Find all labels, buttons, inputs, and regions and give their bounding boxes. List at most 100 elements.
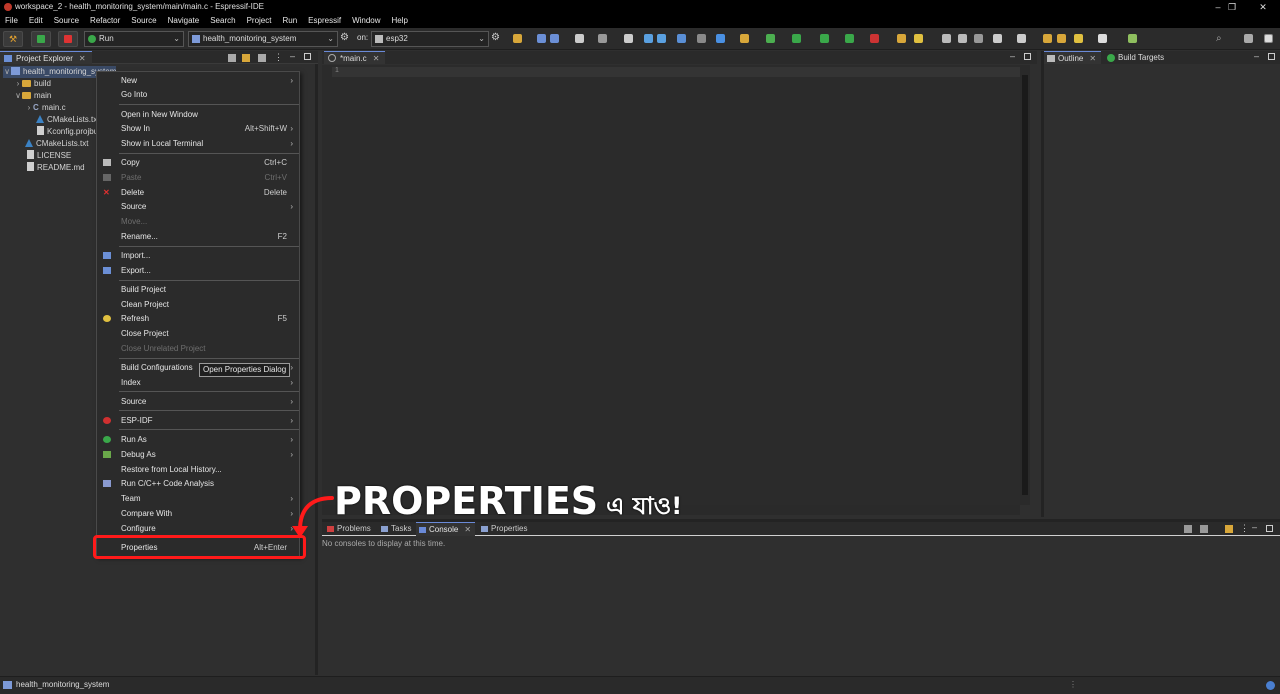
twisty-expanded-icon[interactable]: ∨ [3, 66, 11, 78]
maximize-view-icon[interactable] [304, 53, 311, 60]
refresh-icon[interactable] [792, 34, 801, 43]
last-edit-icon[interactable] [1043, 34, 1052, 43]
menu-run[interactable]: Run [277, 14, 303, 28]
menu-item-configure[interactable]: Configure › [97, 522, 299, 535]
open-folder-icon[interactable] [897, 34, 906, 43]
maximize-view-icon[interactable] [1024, 53, 1031, 60]
menu-item-rename[interactable]: Rename... F2 [97, 230, 299, 243]
tree-item-license[interactable]: LICENSE [27, 150, 71, 162]
close-icon[interactable]: ✕ [373, 54, 380, 63]
toggle-mark-icon[interactable] [942, 34, 951, 43]
menu-item-show-in[interactable]: Show In Alt+Shift+W › [97, 122, 299, 135]
tree-item-cmakelists-root[interactable]: CMakeLists.txt [25, 138, 88, 150]
tree-item-readme[interactable]: README.md [27, 162, 85, 174]
filter-icon[interactable] [258, 54, 266, 62]
menu-item-team[interactable]: Team › [97, 492, 299, 505]
annotation-prev-icon[interactable] [1017, 34, 1026, 43]
menu-item-source-2[interactable]: Source › [97, 395, 299, 408]
menu-search[interactable]: Search [205, 14, 241, 28]
block-select-icon[interactable] [958, 34, 967, 43]
menu-navigate[interactable]: Navigate [163, 14, 206, 28]
editor-vertical-scrollbar[interactable] [1020, 65, 1030, 505]
launch-config-select[interactable]: health_monitoring_system ⌄ [188, 31, 338, 47]
forward-arrow-icon[interactable] [1098, 34, 1107, 43]
redo-icon[interactable] [657, 34, 666, 43]
menu-item-esp-idf[interactable]: ESP-IDF › [97, 414, 299, 427]
menu-item-go-into[interactable]: Go Into [97, 88, 299, 101]
launch-target-select[interactable]: esp32 ⌄ [371, 31, 489, 47]
menu-item-compare-with[interactable]: Compare With › [97, 507, 299, 520]
new-folder-icon[interactable] [513, 34, 522, 43]
restore-button[interactable]: ❐ [1219, 0, 1245, 14]
twisty-collapsed-icon[interactable]: › [25, 102, 33, 114]
display-console-icon[interactable] [1200, 525, 1208, 533]
twisty-expanded-icon[interactable]: ∨ [14, 90, 22, 102]
launch-button[interactable] [31, 31, 51, 47]
menu-project[interactable]: Project [242, 14, 278, 28]
close-icon[interactable]: ✕ [1089, 54, 1096, 63]
launch-mode-select[interactable]: Run ⌄ [84, 31, 184, 47]
launch-config-gear-icon[interactable]: ⚙ [340, 32, 349, 43]
brush-icon[interactable] [914, 34, 923, 43]
new-file-icon[interactable] [766, 34, 775, 43]
tree-item-main-c[interactable]: › Cmain.c [25, 102, 66, 114]
tab-main-c[interactable]: *main.c ✕ [324, 51, 386, 64]
stop-button[interactable] [58, 31, 78, 47]
search-icon[interactable]: ⌕ [1216, 33, 1222, 44]
save-all-icon[interactable] [550, 34, 559, 43]
menu-item-run-as[interactable]: Run As › [97, 433, 299, 446]
twisty-collapsed-icon[interactable]: › [14, 78, 22, 90]
menu-item-code-analysis[interactable]: Run C/C++ Code Analysis [97, 477, 299, 490]
undo-icon[interactable] [644, 34, 653, 43]
build-hammer-button[interactable]: ⚒ [3, 31, 23, 47]
menu-item-index[interactable]: Index › [97, 376, 299, 389]
menu-file[interactable]: File [0, 14, 24, 28]
minimize-view-icon[interactable]: – [1254, 51, 1259, 61]
tab-outline[interactable]: Outline ✕ [1044, 51, 1102, 64]
perspective-icon[interactable] [1264, 34, 1273, 43]
view-menu-icon[interactable]: ⋮ [1240, 523, 1249, 534]
tree-item-main[interactable]: ∨ main [14, 90, 51, 102]
print-icon[interactable] [575, 34, 584, 43]
whitespace-icon[interactable] [974, 34, 983, 43]
back-arrow-icon[interactable] [1074, 34, 1083, 43]
menu-item-build-project[interactable]: Build Project [97, 283, 299, 296]
open-type-icon[interactable] [740, 34, 749, 43]
tab-build-targets[interactable]: Build Targets [1104, 51, 1169, 64]
menu-help[interactable]: Help [387, 14, 414, 28]
debug-icon[interactable] [820, 34, 829, 43]
pin-console-icon[interactable] [1225, 525, 1233, 533]
menu-item-open-new-window[interactable]: Open in New Window [97, 108, 299, 121]
pin-editor-icon[interactable] [1128, 34, 1137, 43]
external-tools-icon[interactable] [870, 34, 879, 43]
forward-edit-icon[interactable] [1057, 34, 1066, 43]
build-icon[interactable] [598, 34, 607, 43]
menu-item-copy[interactable]: Copy Ctrl+C [97, 156, 299, 169]
menu-window[interactable]: Window [347, 14, 386, 28]
link-editor-icon[interactable] [242, 54, 250, 62]
run-icon[interactable] [845, 34, 854, 43]
code-editor[interactable]: 1 [322, 65, 1022, 505]
view-menu-icon[interactable]: ⋮ [274, 52, 283, 63]
tab-project-explorer[interactable]: Project Explorer ✕ [0, 51, 92, 64]
terminal-icon[interactable] [624, 34, 633, 43]
notifications-icon[interactable] [1266, 681, 1275, 690]
menu-item-close-project[interactable]: Close Project [97, 327, 299, 340]
menu-refactor[interactable]: Refactor [85, 14, 126, 28]
scrollbar-thumb[interactable] [1022, 75, 1028, 495]
minimize-view-icon[interactable]: – [1010, 51, 1015, 61]
menu-item-import[interactable]: Import... [97, 249, 299, 262]
console-icon[interactable] [677, 34, 686, 43]
menu-item-delete[interactable]: ✕ Delete Delete [97, 186, 299, 199]
open-console-icon[interactable] [1184, 525, 1192, 533]
collapse-all-icon[interactable] [228, 54, 236, 62]
menu-espressif[interactable]: Espressif [303, 14, 347, 28]
minimize-view-icon[interactable]: – [1252, 522, 1257, 532]
close-icon[interactable]: ✕ [79, 54, 86, 63]
menu-item-show-local-terminal[interactable]: Show in Local Terminal › [97, 137, 299, 150]
menu-source[interactable]: Source [49, 14, 85, 28]
close-button[interactable]: ✕ [1250, 0, 1276, 14]
menu-item-refresh[interactable]: Refresh F5 [97, 312, 299, 325]
menu-item-source[interactable]: Source › [97, 200, 299, 213]
menu-item-debug-as[interactable]: Debug As › [97, 448, 299, 461]
